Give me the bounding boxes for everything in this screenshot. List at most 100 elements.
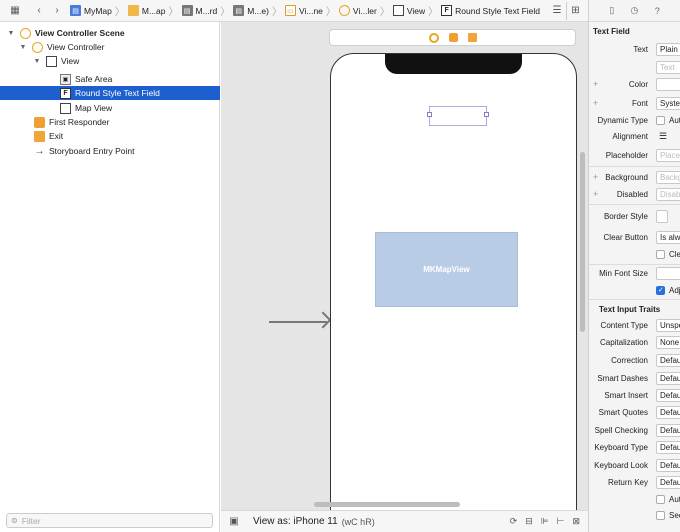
plus-icon[interactable]: + (593, 172, 598, 182)
text-type-popup[interactable]: Plain (656, 42, 680, 56)
breadcrumb-item[interactable]: M...e) (247, 6, 269, 16)
outline-label: View Controller Scene (35, 28, 125, 38)
filter-icon: ⊜ (11, 516, 18, 525)
list-icon[interactable]: ☰ (548, 2, 566, 20)
text-field-icon: F (60, 87, 71, 99)
plus-icon[interactable]: + (593, 79, 598, 89)
trait-popup[interactable]: Default (656, 405, 680, 419)
disclosure-down-icon[interactable]: ▼ (6, 30, 16, 37)
notch (385, 54, 522, 74)
font-field[interactable]: System (656, 96, 680, 110)
outline-row-selected[interactable]: F Round Style Text Field (0, 86, 220, 100)
trait-popup[interactable]: Default (656, 458, 680, 472)
help-icon[interactable]: ? (655, 6, 660, 16)
vertical-scrollbar[interactable] (580, 152, 585, 332)
trait-checkbox[interactable] (656, 494, 665, 504)
trait-row: Smart Dashes Default (589, 371, 680, 385)
disabled-field[interactable]: Disabled (656, 187, 680, 201)
stack-icon[interactable]: ⊟ (525, 516, 533, 527)
trait-popup[interactable]: Default (656, 475, 680, 489)
resolve-icon[interactable]: ⊠ (572, 516, 580, 527)
storyboard-canvas[interactable]: MKMapView (221, 22, 588, 510)
update-frames-icon[interactable]: ⟳ (510, 516, 518, 527)
trait-check-row: Auto (589, 492, 680, 506)
history-icon[interactable]: ◷ (631, 5, 639, 16)
forward-chevron-icon[interactable]: › (48, 2, 66, 20)
plus-icon[interactable]: + (593, 189, 598, 199)
outline-row[interactable]: Exit (0, 129, 220, 143)
resize-handle[interactable] (484, 112, 489, 117)
outline-row[interactable]: ▼ View Controller Scene (0, 26, 220, 40)
trait-row: Content Type Unspecified (589, 318, 680, 332)
trait-row: Keyboard Type Default (589, 440, 680, 454)
min-font-field[interactable] (656, 266, 680, 280)
trait-popup[interactable]: Default (656, 440, 680, 454)
pin-icon[interactable]: ⊢ (557, 516, 565, 527)
add-editor-icon[interactable]: ⊞ (566, 1, 584, 20)
resize-handle[interactable] (427, 112, 432, 117)
clear-when-editing-checkbox[interactable] (656, 249, 665, 259)
trait-popup[interactable]: None (656, 335, 680, 349)
prop-text: Text Plain (589, 42, 680, 56)
color-well[interactable] (656, 77, 680, 91)
breadcrumb-item[interactable]: Vi...ne (299, 6, 323, 16)
outline-row[interactable]: First Responder (0, 115, 220, 129)
outline-filter-field[interactable]: ⊜ Filter (6, 513, 213, 528)
adjust-to-fit-checkbox[interactable] (656, 285, 665, 295)
trait-row: Keyboard Look Default (589, 458, 680, 472)
iphone-frame[interactable]: MKMapView (330, 53, 577, 510)
canvas-tools: ⟳ ⊟ ⊫ ⊢ ⊠ (510, 516, 588, 527)
border-style-none-icon[interactable] (656, 209, 668, 223)
disclosure-down-icon[interactable]: ▼ (18, 44, 28, 51)
outline-label: Round Style Text Field (75, 88, 160, 98)
outline-row[interactable]: → Storyboard Entry Point (0, 144, 220, 158)
outline-label: Exit (49, 131, 64, 141)
dynamic-type-checkbox[interactable] (656, 115, 665, 125)
exit-icon[interactable] (467, 33, 477, 42)
entry-point-arrow-icon: → (34, 145, 45, 157)
placeholder-field[interactable]: Placeholder (656, 148, 680, 162)
trait-check-row: Secure (589, 508, 680, 522)
view-as-label[interactable]: View as: iPhone 11 (253, 516, 338, 527)
round-style-text-field[interactable] (427, 106, 489, 126)
breadcrumb-item[interactable]: Vi...ler (353, 6, 377, 16)
breadcrumb-item[interactable]: M...rd (196, 6, 218, 16)
breadcrumb-item[interactable]: M...ap (142, 6, 166, 16)
size-class-label: (wC hR) (341, 516, 375, 527)
outline-row[interactable]: Map View (0, 101, 220, 115)
outline-row[interactable]: ▣ Safe Area (0, 72, 220, 86)
outline-row[interactable]: ▼ View (0, 54, 220, 68)
background-field[interactable]: Background (656, 170, 680, 184)
trait-row: Smart Insert Default (589, 388, 680, 402)
trait-popup[interactable]: Unspecified (656, 318, 680, 332)
clear-button-popup[interactable]: Is always (656, 230, 680, 244)
align-icon[interactable]: ⊫ (541, 516, 549, 527)
scene-icon (20, 27, 31, 39)
plus-icon[interactable]: + (593, 98, 598, 108)
toggle-outline-icon[interactable]: ▣ (225, 513, 243, 531)
project-icon: ▤ (70, 5, 81, 16)
trait-row: Correction Default (589, 353, 680, 367)
breadcrumb-item[interactable]: View (407, 6, 425, 16)
align-left-icon[interactable]: ☰ (659, 131, 667, 142)
disclosure-down-icon[interactable]: ▼ (32, 58, 42, 65)
breadcrumb-item[interactable]: Round Style Text Field (455, 6, 540, 16)
trait-popup[interactable]: Default (656, 423, 680, 437)
prop-font: + Font System (589, 96, 680, 110)
trait-checkbox[interactable] (656, 510, 665, 520)
map-view[interactable]: MKMapView (375, 232, 518, 307)
trait-popup[interactable]: Default (656, 371, 680, 385)
back-chevron-icon[interactable]: ‹ (30, 2, 48, 20)
view-controller-icon[interactable] (428, 32, 439, 43)
view-controller-icon (32, 41, 43, 53)
trait-popup[interactable]: Default (656, 353, 680, 367)
grid-icon[interactable]: ▦ (6, 2, 24, 20)
file-icon: ▤ (233, 5, 245, 16)
first-responder-icon[interactable] (448, 33, 458, 42)
text-value-field[interactable]: Text (656, 60, 680, 74)
trait-popup[interactable]: Default (656, 388, 680, 402)
file-inspector-icon[interactable]: ▯ (609, 5, 614, 16)
outline-row[interactable]: ▼ View Controller (0, 40, 220, 54)
breadcrumb-item[interactable]: MyMap (84, 6, 112, 16)
horizontal-scrollbar[interactable] (314, 502, 460, 507)
